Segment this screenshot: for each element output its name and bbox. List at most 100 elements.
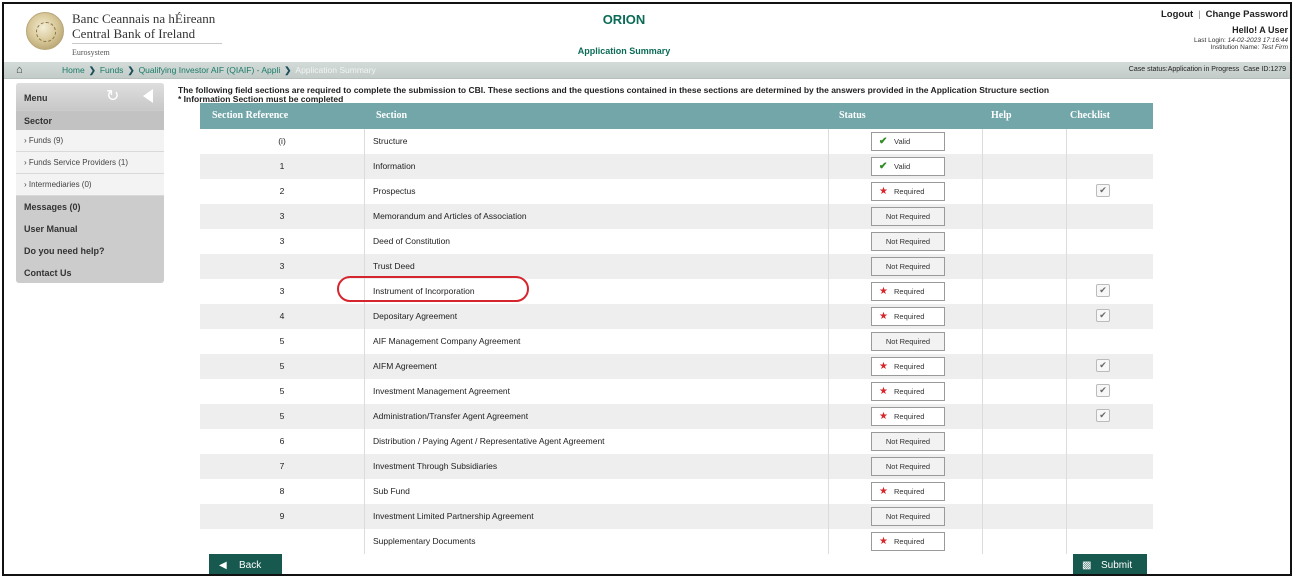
logout-link[interactable]: Logout	[1161, 9, 1193, 20]
column-divider	[982, 404, 983, 429]
column-divider	[828, 329, 829, 354]
sidebar-item-messages[interactable]: Messages (0)	[16, 197, 164, 219]
status-badge[interactable]: Not Required	[871, 207, 945, 226]
valid-check-icon: ✔	[879, 136, 888, 147]
status-label: Required	[894, 312, 925, 321]
sidebar-item-help[interactable]: Do you need help?	[16, 241, 164, 263]
status-badge[interactable]: Not Required	[871, 507, 945, 526]
status-badge[interactable]: ★ Required	[871, 532, 945, 551]
status-label: Required	[894, 537, 925, 546]
status-badge[interactable]: ★ Required	[871, 382, 945, 401]
status-label: Required	[894, 287, 925, 296]
breadcrumb-funds[interactable]: Funds	[100, 65, 124, 75]
sidebar-item-user-manual[interactable]: User Manual	[16, 219, 164, 241]
section-name[interactable]: Prospectus	[373, 179, 416, 204]
column-divider	[1066, 304, 1067, 329]
status-badge[interactable]: Not Required	[871, 232, 945, 251]
table-row[interactable]: 6 Distribution / Paying Agent / Represent…	[200, 429, 1153, 454]
eurosystem-label: Eurosystem	[72, 48, 110, 57]
back-button-label: Back	[239, 560, 262, 571]
section-name[interactable]: Structure	[373, 129, 408, 154]
section-name[interactable]: Distribution / Paying Agent / Representa…	[373, 429, 605, 454]
sidebar-item-contact-us[interactable]: Contact Us	[16, 263, 164, 285]
checklist-icon[interactable]: ✔	[1096, 284, 1110, 297]
checklist-icon[interactable]: ✔	[1096, 184, 1110, 197]
status-badge[interactable]: ★ Required	[871, 307, 945, 326]
section-name[interactable]: Depositary Agreement	[373, 304, 457, 329]
section-name[interactable]: Sub Fund	[373, 479, 410, 504]
section-name[interactable]: Investment Management Agreement	[373, 379, 510, 404]
checklist-icon[interactable]: ✔	[1096, 359, 1110, 372]
column-divider	[1066, 279, 1067, 304]
column-divider	[982, 504, 983, 529]
table-row[interactable]: 3 Trust Deed Not Required	[200, 254, 1153, 279]
breadcrumb-home[interactable]: Home	[62, 65, 85, 75]
status-badge[interactable]: ★ Required	[871, 357, 945, 376]
section-reference: 9	[279, 511, 285, 521]
table-row[interactable]: 8 Sub Fund ★ Required	[200, 479, 1153, 504]
status-badge[interactable]: Not Required	[871, 332, 945, 351]
table-row[interactable]: 4 Depositary Agreement ★ Required ✔	[200, 304, 1153, 329]
status-badge[interactable]: Not Required	[871, 257, 945, 276]
breadcrumb-qiaif[interactable]: Qualifying Investor AIF (QIAIF) - Appli	[139, 65, 281, 75]
checklist-icon[interactable]: ✔	[1096, 384, 1110, 397]
table-row[interactable]: 2 Prospectus ★ Required ✔	[200, 179, 1153, 204]
status-label: Not Required	[885, 462, 931, 471]
bank-divider	[72, 43, 222, 44]
sidebar-item-funds-service-providers[interactable]: › Funds Service Providers (1)	[16, 152, 164, 174]
status-badge[interactable]: ★ Required	[871, 407, 945, 426]
table-row[interactable]: (i) Structure ✔ Valid	[200, 129, 1153, 154]
home-icon[interactable]: ⌂	[16, 64, 23, 76]
column-divider	[1066, 529, 1067, 554]
page-title: Application Summary	[577, 46, 671, 56]
section-name[interactable]: Information	[373, 154, 416, 179]
section-name[interactable]: Memorandum and Articles of Association	[373, 204, 527, 229]
checklist-icon[interactable]: ✔	[1096, 409, 1110, 422]
table-row[interactable]: 7 Investment Through Subsidiaries Not Requ…	[200, 454, 1153, 479]
status-badge[interactable]: Not Required	[871, 457, 945, 476]
institution-value: Test Firm	[1261, 44, 1288, 51]
sidebar-item-funds[interactable]: › Funds (9)	[16, 130, 164, 152]
table-row[interactable]: 3 Deed of Constitution Not Required	[200, 229, 1153, 254]
status-badge[interactable]: ★ Required	[871, 282, 945, 301]
required-star-icon: ★	[879, 486, 888, 497]
section-name[interactable]: Investment Limited Partnership Agreement	[373, 504, 534, 529]
column-divider	[364, 429, 365, 454]
column-divider	[364, 204, 365, 229]
section-name[interactable]: Deed of Constitution	[373, 229, 450, 254]
section-name[interactable]: AIFM Agreement	[373, 354, 437, 379]
collapse-arrow-icon[interactable]	[143, 89, 153, 103]
section-reference: 4	[279, 311, 285, 321]
column-divider	[364, 479, 365, 504]
column-divider	[982, 179, 983, 204]
valid-check-icon: ✔	[879, 161, 888, 172]
section-name[interactable]: Administration/Transfer Agent Agreement	[373, 404, 528, 429]
section-name[interactable]: Investment Through Subsidiaries	[373, 454, 497, 479]
section-reference: 5	[279, 361, 285, 371]
column-divider	[828, 279, 829, 304]
user-greeting: Hello! A User	[1232, 25, 1288, 35]
submit-button[interactable]: ▩ Submit	[1073, 554, 1147, 574]
table-row[interactable]: 5 Administration/Transfer Agent Agreement…	[200, 404, 1153, 429]
status-badge[interactable]: ★ Required	[871, 482, 945, 501]
back-button[interactable]: ◀ Back	[209, 554, 282, 574]
table-row[interactable]: Supplementary Documents ★ Required	[200, 529, 1153, 554]
table-row[interactable]: 5 Investment Management Agreement ★ Require…	[200, 379, 1153, 404]
table-row[interactable]: 9 Investment Limited Partnership Agreemen…	[200, 504, 1153, 529]
table-row[interactable]: 3 Memorandum and Articles of Association N…	[200, 204, 1153, 229]
status-badge[interactable]: ✔ Valid	[871, 157, 945, 176]
table-row[interactable]: 5 AIF Management Company Agreement Not Req…	[200, 329, 1153, 354]
refresh-icon[interactable]: ↻	[106, 86, 119, 106]
table-row[interactable]: 1 Information ✔ Valid	[200, 154, 1153, 179]
checklist-icon[interactable]: ✔	[1096, 309, 1110, 322]
change-password-link[interactable]: Change Password	[1206, 9, 1288, 20]
sidebar-item-sector[interactable]: Sector	[16, 111, 164, 130]
status-badge[interactable]: ★ Required	[871, 182, 945, 201]
status-badge[interactable]: Not Required	[871, 432, 945, 451]
table-row[interactable]: 5 AIFM Agreement ★ Required ✔	[200, 354, 1153, 379]
sidebar-item-intermediaries[interactable]: › Intermediaries (0)	[16, 174, 164, 196]
column-divider	[1066, 504, 1067, 529]
section-name[interactable]: Supplementary Documents	[373, 529, 476, 554]
status-badge[interactable]: ✔ Valid	[871, 132, 945, 151]
section-name[interactable]: AIF Management Company Agreement	[373, 329, 520, 354]
